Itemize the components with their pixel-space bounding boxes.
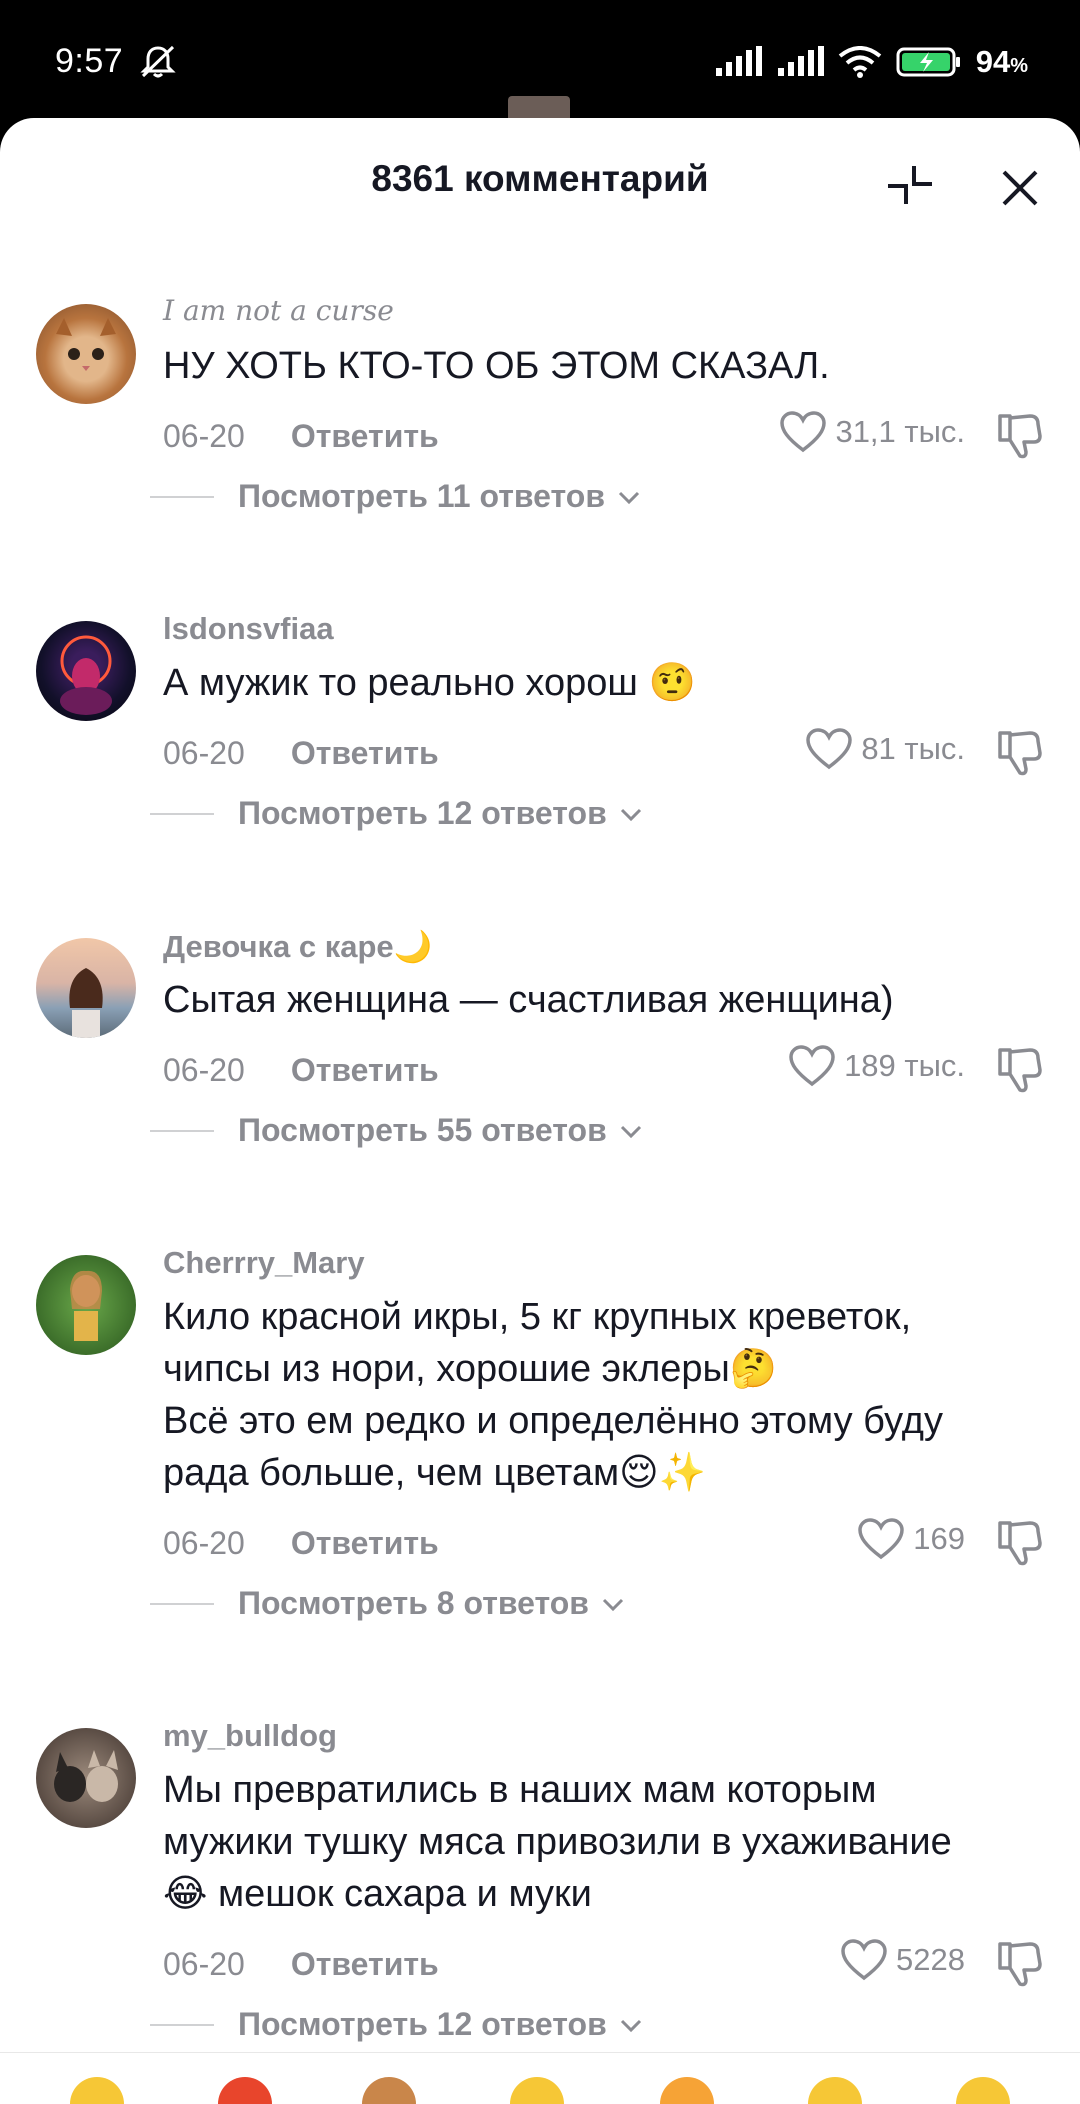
comment-text: Сытая женщина — счастливая женщина) (163, 979, 894, 1021)
emoji-button[interactable] (956, 2077, 1010, 2104)
comment-text: Мы превратились в наших мам которым мужи… (163, 1769, 952, 1915)
reply-button[interactable]: Ответить (291, 735, 439, 772)
status-icons: 94% (714, 44, 1028, 80)
comment-date: 06-20 (163, 1525, 245, 1561)
comment-text: Кило красной икры, 5 кг крупных креветок… (163, 1296, 943, 1494)
like-count: 31,1 тыс. (835, 414, 965, 449)
like-count: 5228 (896, 1942, 965, 1977)
view-replies-button[interactable]: Посмотреть 55 ответов (150, 1112, 643, 1149)
view-replies-button[interactable]: Посмотреть 12 ответов (150, 795, 643, 832)
mute-icon (140, 45, 176, 78)
comment-meta: 06-20 Ответить (163, 1946, 439, 1983)
close-icon[interactable] (990, 158, 1050, 218)
dislike-icon[interactable] (994, 410, 1046, 462)
view-replies-label: Посмотреть 8 ответов (238, 1585, 589, 1621)
chevron-down-icon (618, 491, 640, 504)
reply-button[interactable]: Ответить (291, 1525, 439, 1562)
replies-divider (150, 2023, 214, 2026)
emoji-button[interactable] (362, 2077, 416, 2104)
comment-username[interactable]: Cherrry_Mary (163, 1245, 365, 1281)
chevron-down-icon (602, 1598, 624, 1611)
collapse-icon[interactable] (880, 156, 940, 216)
heart-icon (780, 411, 827, 453)
like-count: 81 тыс. (861, 731, 965, 766)
replies-divider (150, 1602, 214, 1605)
replies-divider (150, 812, 214, 815)
like-button[interactable]: 81 тыс. (805, 727, 965, 771)
dislike-icon[interactable] (994, 1044, 1046, 1096)
emoji-button[interactable] (70, 2077, 124, 2104)
heart-icon (789, 1045, 835, 1087)
like-button[interactable]: 169 (857, 1517, 965, 1561)
girl-garden-avatar-image (70, 1270, 102, 1341)
comment-date: 06-20 (163, 418, 245, 454)
view-replies-button[interactable]: Посмотреть 8 ответов (150, 1585, 625, 1622)
emoji-button[interactable] (808, 2077, 862, 2104)
emoji-button[interactable] (510, 2077, 564, 2104)
emoji-button[interactable] (218, 2077, 272, 2104)
view-replies-label: Посмотреть 55 ответов (238, 1112, 607, 1148)
emoji-button[interactable] (660, 2077, 714, 2104)
like-count: 169 (913, 1521, 965, 1556)
comment-username[interactable]: my_bulldog (163, 1718, 337, 1754)
heart-icon (806, 728, 853, 770)
replies-divider (150, 495, 214, 498)
view-replies-label: Посмотреть 12 ответов (238, 795, 607, 831)
view-replies-button[interactable]: Посмотреть 12 ответов (150, 2006, 643, 2043)
comment-date: 06-20 (163, 735, 245, 771)
comment-date: 06-20 (163, 1946, 245, 1982)
avatar[interactable] (36, 1255, 136, 1355)
dislike-icon[interactable] (994, 727, 1046, 779)
signal-icon-2 (777, 46, 824, 76)
comment-meta: 06-20 Ответить (163, 1525, 439, 1562)
comment-username[interactable]: Девочка с каре🌙 (163, 928, 432, 965)
comment-meta: 06-20 Ответить (163, 735, 439, 772)
avatar[interactable] (36, 938, 136, 1038)
view-replies-button[interactable]: Посмотреть 11 ответов (150, 478, 641, 515)
heart-icon (841, 1939, 887, 1981)
neon-avatar-image (60, 635, 112, 715)
avatar[interactable] (36, 1728, 136, 1828)
comment-username[interactable]: lsdonsvfiaa (163, 611, 334, 647)
dislike-icon[interactable] (994, 1517, 1046, 1569)
like-button[interactable]: 5228 (840, 1938, 965, 1982)
comment-text: А мужик то реально хорош 🤨 (163, 662, 696, 704)
replies-divider (150, 1129, 214, 1132)
chevron-down-icon (620, 2019, 641, 2032)
emoji-quick-bar (0, 2052, 1080, 2104)
status-time: 9:57 (55, 42, 124, 80)
heart-icon (858, 1518, 905, 1560)
comment-username[interactable]: I am not a curse (163, 294, 394, 327)
view-replies-label: Посмотреть 11 ответов (238, 478, 605, 514)
reply-button[interactable]: Ответить (291, 1946, 439, 1983)
bulldog-avatar-image (54, 1750, 118, 1802)
battery-percent: 94% (975, 44, 1028, 79)
kitten-avatar-image (56, 318, 116, 371)
signal-icon (715, 46, 762, 76)
reply-button[interactable]: Ответить (291, 418, 439, 455)
reply-button[interactable]: Ответить (291, 1052, 439, 1089)
avatar[interactable] (36, 304, 136, 404)
comment-date: 06-20 (163, 1052, 245, 1088)
like-button[interactable]: 31,1 тыс. (779, 410, 965, 454)
avatar[interactable] (36, 621, 136, 721)
like-button[interactable]: 189 тыс. (788, 1044, 965, 1088)
chevron-down-icon (620, 1125, 641, 1138)
view-replies-label: Посмотреть 12 ответов (238, 2006, 607, 2042)
comment-meta: 06-20 Ответить (163, 1052, 439, 1089)
chevron-down-icon (620, 808, 641, 821)
battery-icon (896, 47, 960, 77)
comment-text: НУ ХОТЬ КТО-ТО ОБ ЭТОМ СКАЗАЛ. (163, 345, 830, 387)
like-count: 189 тыс. (844, 1048, 965, 1083)
girl-avatar-image (69, 968, 103, 1038)
comment-meta: 06-20 Ответить (163, 418, 439, 455)
wifi-icon (838, 46, 881, 78)
comments-sheet: 8361 комментарий I am not a curse НУ ХОТ… (0, 118, 1080, 2104)
dislike-icon[interactable] (994, 1938, 1046, 1990)
